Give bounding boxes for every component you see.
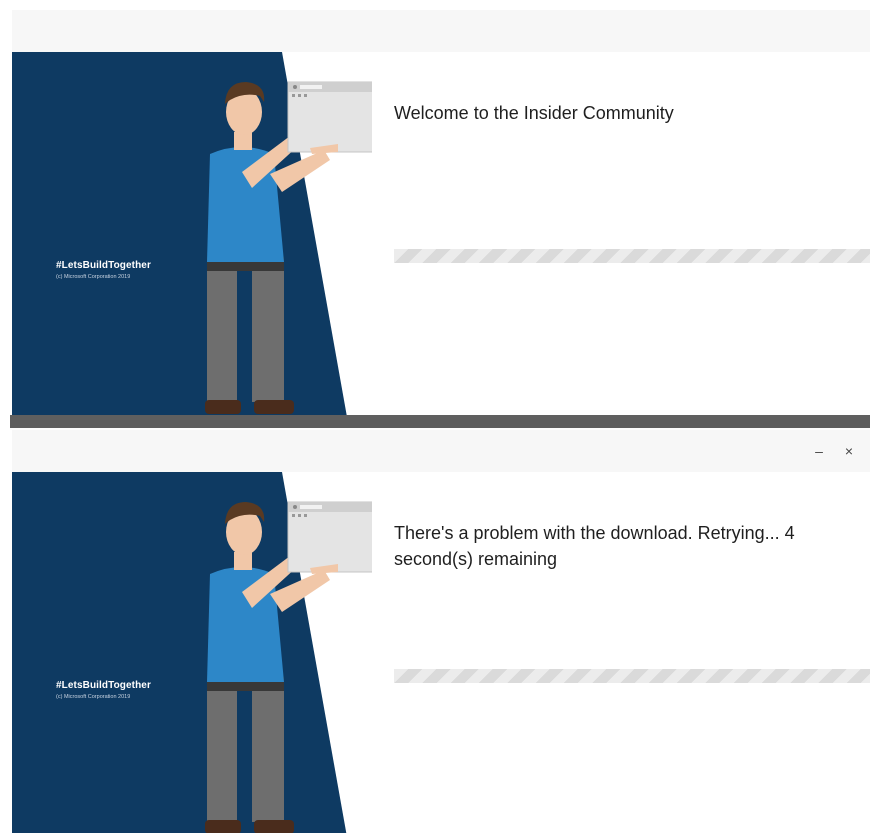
copyright-text: (c) Microsoft Corporation 2019 [56,274,131,280]
browser-mockup [287,81,372,153]
right-shoe [254,400,294,414]
copyright-text: (c) Microsoft Corporation 2019 [56,694,131,700]
hashtag-text: #LetsBuildTogether [56,260,151,271]
title-bar[interactable]: – × [12,430,870,472]
installer-window-retry: – × #LetsBuildTogether (c) Microsoft Cor… [12,430,870,833]
status-message: There's a problem with the download. Ret… [394,523,795,569]
insider-illustration [12,52,372,415]
hashtag-text: #LetsBuildTogether [56,680,151,691]
left-shoe [205,820,241,833]
installer-window-welcome: #LetsBuildTogether (c) Microsoft Corpora… [12,10,870,415]
close-button[interactable]: × [834,440,864,462]
status-message: Welcome to the Insider Community [394,103,674,123]
window-separator [10,415,870,428]
title-bar[interactable] [12,10,870,52]
insider-illustration [12,472,372,833]
download-progress-bar [394,669,870,683]
browser-mockup [287,501,372,573]
minimize-button[interactable]: – [804,440,834,462]
right-leg [252,682,284,822]
left-shoe [205,400,241,414]
right-leg [252,262,284,402]
left-leg [207,262,237,402]
left-leg [207,682,237,822]
right-shoe [254,820,294,833]
download-progress-bar [394,249,870,263]
